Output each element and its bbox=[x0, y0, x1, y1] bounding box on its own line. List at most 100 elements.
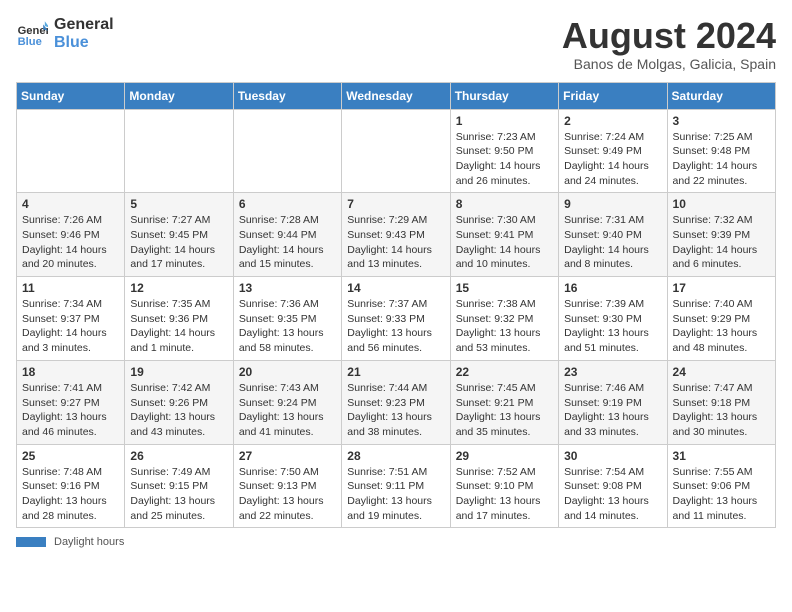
day-number: 29 bbox=[456, 449, 553, 463]
day-number: 8 bbox=[456, 197, 553, 211]
column-header-tuesday: Tuesday bbox=[233, 82, 341, 109]
title-block: August 2024 Banos de Molgas, Galicia, Sp… bbox=[562, 16, 776, 72]
day-cell-empty bbox=[233, 109, 341, 193]
day-cell-13: 13Sunrise: 7:36 AM Sunset: 9:35 PM Dayli… bbox=[233, 277, 341, 361]
svg-text:Blue: Blue bbox=[18, 36, 42, 48]
day-number: 23 bbox=[564, 365, 661, 379]
day-cell-empty bbox=[17, 109, 125, 193]
day-info: Sunrise: 7:23 AM Sunset: 9:50 PM Dayligh… bbox=[456, 130, 553, 189]
daylight-bar bbox=[16, 537, 46, 547]
day-info: Sunrise: 7:28 AM Sunset: 9:44 PM Dayligh… bbox=[239, 213, 336, 272]
calendar-header: SundayMondayTuesdayWednesdayThursdayFrid… bbox=[17, 82, 776, 109]
day-cell-16: 16Sunrise: 7:39 AM Sunset: 9:30 PM Dayli… bbox=[559, 277, 667, 361]
day-number: 11 bbox=[22, 281, 119, 295]
day-info: Sunrise: 7:27 AM Sunset: 9:45 PM Dayligh… bbox=[130, 213, 227, 272]
day-info: Sunrise: 7:50 AM Sunset: 9:13 PM Dayligh… bbox=[239, 465, 336, 524]
day-cell-20: 20 Sunrise: 7:43 AM Sunset: 9:24 PM Dayli… bbox=[233, 360, 341, 444]
logo-icon: General Blue bbox=[16, 18, 48, 50]
day-info: Sunrise: 7:36 AM Sunset: 9:35 PM Dayligh… bbox=[239, 297, 336, 356]
day-cell-1: 1Sunrise: 7:23 AM Sunset: 9:50 PM Daylig… bbox=[450, 109, 558, 193]
day-info: Sunrise: 7:34 AM Sunset: 9:37 PM Dayligh… bbox=[22, 297, 119, 356]
footer-label: Daylight hours bbox=[54, 536, 124, 548]
day-info: Sunrise: 7:24 AM Sunset: 9:49 PM Dayligh… bbox=[564, 130, 661, 189]
day-info: Sunrise: 7:46 AM Sunset: 9:19 PM Dayligh… bbox=[564, 381, 661, 440]
day-cell-8: 8 Sunrise: 7:30 AM Sunset: 9:41 PM Daylig… bbox=[450, 193, 558, 277]
month-title: August 2024 bbox=[562, 16, 776, 56]
day-number: 9 bbox=[564, 197, 661, 211]
logo-text-line2: Blue bbox=[54, 34, 114, 52]
day-cell-23: 23 Sunrise: 7:46 AM Sunset: 9:19 PM Dayli… bbox=[559, 360, 667, 444]
logo: General Blue General Blue bbox=[16, 16, 114, 52]
day-info: Sunrise: 7:48 AM Sunset: 9:16 PM Dayligh… bbox=[22, 465, 119, 524]
week-row-4: 18Sunrise: 7:41 AM Sunset: 9:27 PM Dayli… bbox=[17, 360, 776, 444]
day-info: Sunrise: 7:39 AM Sunset: 9:30 PM Dayligh… bbox=[564, 297, 661, 356]
calendar-table: SundayMondayTuesdayWednesdayThursdayFrid… bbox=[16, 82, 776, 529]
day-cell-3: 3 Sunrise: 7:25 AM Sunset: 9:48 PM Daylig… bbox=[667, 109, 775, 193]
column-header-friday: Friday bbox=[559, 82, 667, 109]
day-info: Sunrise: 7:43 AM Sunset: 9:24 PM Dayligh… bbox=[239, 381, 336, 440]
day-cell-10: 10Sunrise: 7:32 AM Sunset: 9:39 PM Dayli… bbox=[667, 193, 775, 277]
day-number: 24 bbox=[673, 365, 770, 379]
calendar-footer: Daylight hours bbox=[16, 536, 776, 548]
day-number: 3 bbox=[673, 114, 770, 128]
day-number: 27 bbox=[239, 449, 336, 463]
day-cell-24: 24 Sunrise: 7:47 AM Sunset: 9:18 PM Dayli… bbox=[667, 360, 775, 444]
day-number: 17 bbox=[673, 281, 770, 295]
day-info: Sunrise: 7:26 AM Sunset: 9:46 PM Dayligh… bbox=[22, 213, 119, 272]
day-number: 12 bbox=[130, 281, 227, 295]
calendar-body: 1Sunrise: 7:23 AM Sunset: 9:50 PM Daylig… bbox=[17, 109, 776, 528]
day-cell-6: 6 Sunrise: 7:28 AM Sunset: 9:44 PM Daylig… bbox=[233, 193, 341, 277]
day-cell-19: 19Sunrise: 7:42 AM Sunset: 9:26 PM Dayli… bbox=[125, 360, 233, 444]
column-header-sunday: Sunday bbox=[17, 82, 125, 109]
day-number: 25 bbox=[22, 449, 119, 463]
day-info: Sunrise: 7:41 AM Sunset: 9:27 PM Dayligh… bbox=[22, 381, 119, 440]
day-cell-15: 15Sunrise: 7:38 AM Sunset: 9:32 PM Dayli… bbox=[450, 277, 558, 361]
day-cell-11: 11 Sunrise: 7:34 AM Sunset: 9:37 PM Dayli… bbox=[17, 277, 125, 361]
day-cell-27: 27 Sunrise: 7:50 AM Sunset: 9:13 PM Dayli… bbox=[233, 444, 341, 528]
day-info: Sunrise: 7:32 AM Sunset: 9:39 PM Dayligh… bbox=[673, 213, 770, 272]
day-cell-7: 7 Sunrise: 7:29 AM Sunset: 9:43 PM Daylig… bbox=[342, 193, 450, 277]
day-number: 28 bbox=[347, 449, 444, 463]
day-cell-empty bbox=[125, 109, 233, 193]
column-header-thursday: Thursday bbox=[450, 82, 558, 109]
day-cell-21: 21Sunrise: 7:44 AM Sunset: 9:23 PM Dayli… bbox=[342, 360, 450, 444]
day-info: Sunrise: 7:30 AM Sunset: 9:41 PM Dayligh… bbox=[456, 213, 553, 272]
day-info: Sunrise: 7:49 AM Sunset: 9:15 PM Dayligh… bbox=[130, 465, 227, 524]
day-cell-17: 17Sunrise: 7:40 AM Sunset: 9:29 PM Dayli… bbox=[667, 277, 775, 361]
header-row: SundayMondayTuesdayWednesdayThursdayFrid… bbox=[17, 82, 776, 109]
day-number: 20 bbox=[239, 365, 336, 379]
day-number: 4 bbox=[22, 197, 119, 211]
day-cell-14: 14Sunrise: 7:37 AM Sunset: 9:33 PM Dayli… bbox=[342, 277, 450, 361]
day-cell-30: 30Sunrise: 7:54 AM Sunset: 9:08 PM Dayli… bbox=[559, 444, 667, 528]
day-info: Sunrise: 7:45 AM Sunset: 9:21 PM Dayligh… bbox=[456, 381, 553, 440]
day-number: 30 bbox=[564, 449, 661, 463]
day-info: Sunrise: 7:31 AM Sunset: 9:40 PM Dayligh… bbox=[564, 213, 661, 272]
day-number: 14 bbox=[347, 281, 444, 295]
column-header-monday: Monday bbox=[125, 82, 233, 109]
day-cell-18: 18Sunrise: 7:41 AM Sunset: 9:27 PM Dayli… bbox=[17, 360, 125, 444]
day-number: 26 bbox=[130, 449, 227, 463]
day-cell-4: 4 Sunrise: 7:26 AM Sunset: 9:46 PM Daylig… bbox=[17, 193, 125, 277]
logo-text-line1: General bbox=[54, 16, 114, 34]
day-number: 7 bbox=[347, 197, 444, 211]
day-info: Sunrise: 7:47 AM Sunset: 9:18 PM Dayligh… bbox=[673, 381, 770, 440]
column-header-saturday: Saturday bbox=[667, 82, 775, 109]
day-info: Sunrise: 7:29 AM Sunset: 9:43 PM Dayligh… bbox=[347, 213, 444, 272]
day-number: 15 bbox=[456, 281, 553, 295]
day-info: Sunrise: 7:35 AM Sunset: 9:36 PM Dayligh… bbox=[130, 297, 227, 356]
day-cell-29: 29 Sunrise: 7:52 AM Sunset: 9:10 PM Dayli… bbox=[450, 444, 558, 528]
day-info: Sunrise: 7:42 AM Sunset: 9:26 PM Dayligh… bbox=[130, 381, 227, 440]
day-number: 21 bbox=[347, 365, 444, 379]
day-cell-26: 26 Sunrise: 7:49 AM Sunset: 9:15 PM Dayli… bbox=[125, 444, 233, 528]
day-info: Sunrise: 7:52 AM Sunset: 9:10 PM Dayligh… bbox=[456, 465, 553, 524]
week-row-5: 25 Sunrise: 7:48 AM Sunset: 9:16 PM Dayli… bbox=[17, 444, 776, 528]
day-info: Sunrise: 7:51 AM Sunset: 9:11 PM Dayligh… bbox=[347, 465, 444, 524]
location: Banos de Molgas, Galicia, Spain bbox=[562, 56, 776, 72]
day-number: 6 bbox=[239, 197, 336, 211]
day-number: 22 bbox=[456, 365, 553, 379]
day-cell-31: 31Sunrise: 7:55 AM Sunset: 9:06 PM Dayli… bbox=[667, 444, 775, 528]
week-row-3: 11 Sunrise: 7:34 AM Sunset: 9:37 PM Dayli… bbox=[17, 277, 776, 361]
day-cell-12: 12 Sunrise: 7:35 AM Sunset: 9:36 PM Dayli… bbox=[125, 277, 233, 361]
day-cell-2: 2Sunrise: 7:24 AM Sunset: 9:49 PM Daylig… bbox=[559, 109, 667, 193]
day-info: Sunrise: 7:25 AM Sunset: 9:48 PM Dayligh… bbox=[673, 130, 770, 189]
